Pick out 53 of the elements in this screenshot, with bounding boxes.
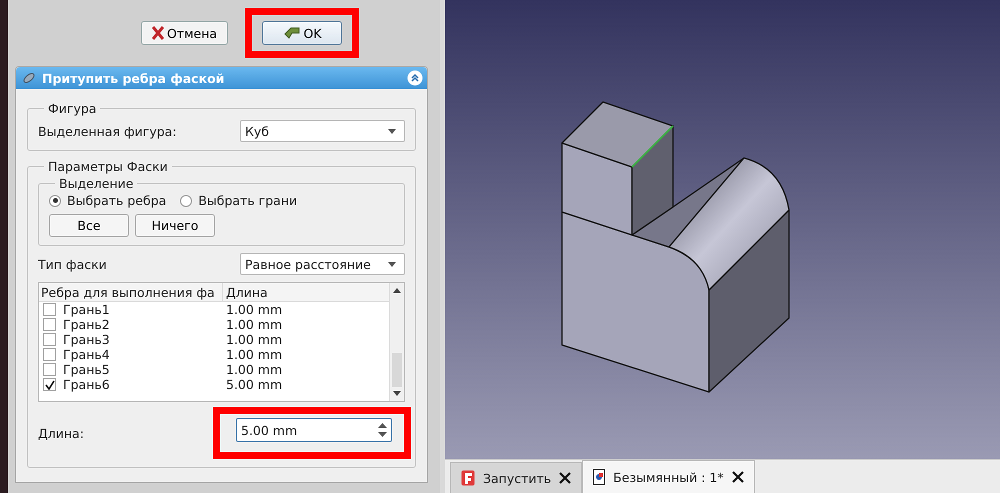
cross-icon bbox=[152, 26, 164, 40]
selection-button[interactable]: Ничего bbox=[135, 214, 215, 237]
table-cell: Грань2 bbox=[63, 317, 110, 332]
checkbox[interactable] bbox=[43, 333, 56, 346]
table-cell: Грань3 bbox=[63, 332, 110, 347]
scroll-up-icon[interactable] bbox=[393, 287, 401, 293]
dropdown-arrow-icon bbox=[388, 262, 396, 266]
dropdown-arrow-icon bbox=[388, 128, 396, 134]
check-arrow-icon bbox=[282, 26, 300, 40]
radio-option[interactable]: Выбрать грани bbox=[180, 193, 298, 208]
scrollbar[interactable] bbox=[389, 283, 404, 401]
group-title: Выделение bbox=[58, 176, 134, 191]
table-cell-text: 1.00 mm bbox=[225, 362, 282, 377]
close-icon[interactable] bbox=[559, 472, 572, 484]
checkbox[interactable] bbox=[43, 378, 56, 391]
task-panel-title: Притупить ребра фаской bbox=[42, 70, 226, 86]
document-tab[interactable]: Запустить bbox=[450, 462, 582, 493]
table-cell-text: 1.00 mm bbox=[225, 347, 282, 362]
spin-arrows-icon bbox=[378, 422, 387, 438]
table-cell-text: 1.00 mm bbox=[225, 302, 282, 317]
document-icon bbox=[593, 469, 606, 485]
selection-button[interactable]: Все bbox=[49, 214, 129, 237]
checkbox[interactable] bbox=[43, 363, 56, 376]
field-label: Длина: bbox=[38, 426, 84, 440]
length-spinbox[interactable]: 5.00 mm bbox=[236, 418, 392, 442]
field-label: Выделенная фигура: bbox=[38, 124, 177, 138]
group-title: Фигура bbox=[47, 101, 98, 116]
document-tab[interactable]: Безымянный : 1* bbox=[582, 460, 755, 493]
table-cell: Грань5 bbox=[63, 362, 110, 377]
table-cell-text: 1.00 mm bbox=[225, 317, 282, 332]
group-title: Параметры Фаски bbox=[47, 159, 169, 174]
cancel-button[interactable]: Отмена bbox=[140, 21, 228, 45]
collapse-icon[interactable] bbox=[407, 70, 423, 86]
radio-option[interactable]: Выбрать ребра bbox=[49, 193, 166, 208]
chamfer-type-dropdown[interactable]: Равное расстояние bbox=[240, 253, 405, 275]
scroll-down-icon[interactable] bbox=[393, 391, 401, 397]
f-logo-icon bbox=[461, 470, 475, 486]
column-header[interactable]: Ребра для выполнения фа bbox=[39, 283, 223, 301]
table-cell: Грань6 bbox=[63, 377, 110, 392]
checkbox[interactable] bbox=[43, 303, 56, 316]
ok-button[interactable]: OK bbox=[262, 21, 342, 45]
close-icon[interactable] bbox=[732, 471, 744, 483]
3d-viewport[interactable] bbox=[445, 0, 1000, 459]
table-cell-text: 5.00 mm bbox=[225, 377, 282, 392]
checkbox[interactable] bbox=[43, 318, 56, 331]
shape-dropdown[interactable]: Куб bbox=[240, 120, 405, 142]
table-cell-text: 1.00 mm bbox=[225, 332, 282, 347]
column-header[interactable]: Длина bbox=[223, 283, 268, 301]
table-cell: Грань4 bbox=[63, 347, 110, 362]
checkbox[interactable] bbox=[43, 348, 56, 361]
scrollbar-thumb[interactable] bbox=[392, 353, 402, 387]
table-cell: Грань1 bbox=[63, 302, 110, 317]
field-label: Тип фаски bbox=[38, 256, 107, 272]
